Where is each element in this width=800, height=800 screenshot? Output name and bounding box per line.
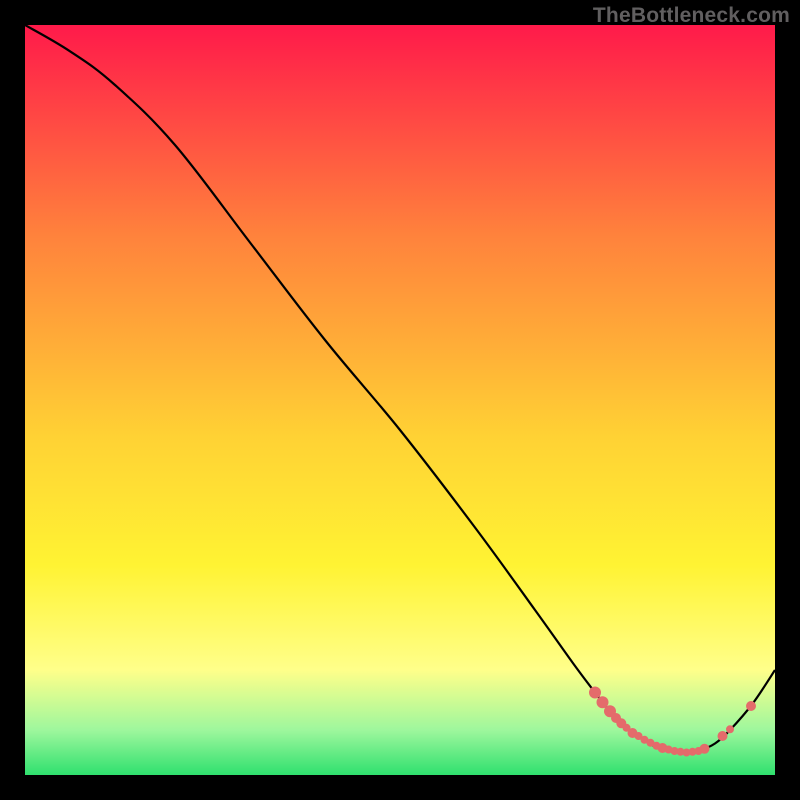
gradient-background	[25, 25, 775, 775]
bottleneck-chart	[25, 25, 775, 775]
highlight-dot	[700, 744, 710, 754]
highlight-dot	[589, 687, 601, 699]
chart-container: TheBottleneck.com	[0, 0, 800, 800]
highlight-dot	[746, 701, 756, 711]
highlight-dot	[726, 725, 734, 733]
highlight-dot	[718, 731, 728, 741]
